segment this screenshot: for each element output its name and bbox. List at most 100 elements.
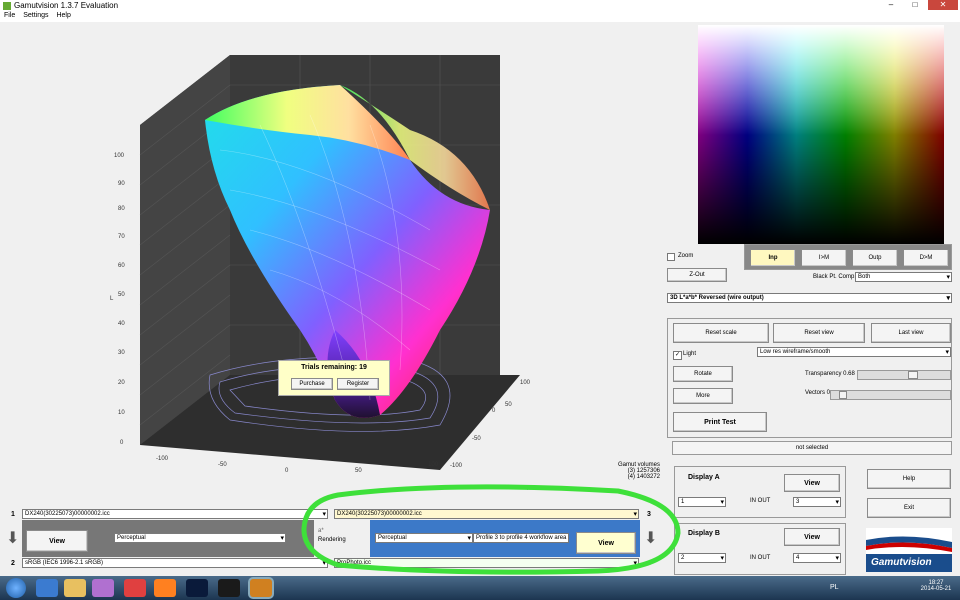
reset-scale-button[interactable]: Reset scale xyxy=(673,323,769,343)
vectors-slider[interactable] xyxy=(830,390,951,400)
y-tick: 70 xyxy=(118,234,125,240)
window-title: Gamutvision 1.3.7 Evaluation xyxy=(14,1,119,10)
menu-help[interactable]: Help xyxy=(56,12,70,19)
x-tick: 50 xyxy=(355,468,362,474)
light-checkbox[interactable]: ✓ xyxy=(673,351,682,360)
purchase-button[interactable]: Purchase xyxy=(291,378,333,390)
profile2-select[interactable]: sRGB (IEC6 1996-2.1 sRGB) xyxy=(22,558,328,568)
color-spectrum[interactable] xyxy=(698,25,944,244)
gamutvision-taskbar-icon[interactable] xyxy=(250,579,272,597)
photoshop-icon[interactable] xyxy=(186,579,208,597)
print-test-button[interactable]: Print Test xyxy=(673,412,767,432)
gamutvision-logo: Gamutvision xyxy=(866,528,952,572)
lang-indicator[interactable]: PL xyxy=(830,584,839,591)
arrow-down-left-icon: ⬇ xyxy=(6,530,20,547)
left-workflow-panel: View Perceptual xyxy=(22,520,314,557)
zout-button[interactable]: Z-Out xyxy=(667,268,727,282)
y-tick: 80 xyxy=(118,206,125,212)
display-b-in-select[interactable]: 2 xyxy=(678,553,726,563)
gamut-3d-plot[interactable]: 0 10 20 30 40 50 60 70 80 90 100 L -100 … xyxy=(110,30,550,490)
terminal-icon[interactable] xyxy=(218,579,240,597)
reset-view-button[interactable]: Reset view xyxy=(773,323,865,343)
left-view-button[interactable]: View xyxy=(26,530,88,552)
display-a-out-select[interactable]: 3 xyxy=(793,497,841,507)
z-tick: 50 xyxy=(505,402,512,408)
slider-thumb[interactable] xyxy=(908,371,918,379)
z-tick: -50 xyxy=(472,436,481,442)
maximize-icon[interactable]: □ xyxy=(904,0,926,10)
gamut-volumes: Gamut volumes (3) 1257306 (4) 1403272 xyxy=(615,462,660,480)
workflow-num-2: 2 xyxy=(11,560,15,567)
view-mode-select[interactable]: 3D L*a*b* Reversed (wire output) xyxy=(667,293,952,303)
tab-outp[interactable]: Outp xyxy=(852,249,898,267)
z-tick: 100 xyxy=(520,380,531,386)
transparency-slider[interactable] xyxy=(857,370,951,380)
app-icon xyxy=(3,2,11,10)
zoom-checkbox[interactable] xyxy=(667,253,675,261)
display-a-view-button[interactable]: View xyxy=(784,474,840,492)
tab-dxm[interactable]: D>M xyxy=(903,249,949,267)
transparency-label: Transparency 0.68 xyxy=(805,371,855,377)
x-tick: -50 xyxy=(218,462,227,468)
y-axis-label: L xyxy=(110,296,114,302)
help-button[interactable]: Help xyxy=(867,469,951,489)
tab-group: Inp I>M Outp D>M xyxy=(744,244,952,270)
z-tick: -100 xyxy=(450,463,463,469)
render-mode-select[interactable]: Low res wireframe/smooth xyxy=(757,347,951,357)
y-tick: 60 xyxy=(118,263,125,269)
menu-file[interactable]: File xyxy=(4,12,15,19)
z-tick: 0 xyxy=(492,408,496,414)
display-b-label: Display B xyxy=(688,530,720,537)
more-button[interactable]: More xyxy=(673,388,733,404)
media-icon[interactable] xyxy=(92,579,114,597)
display-a-in-select[interactable]: 1 xyxy=(678,497,726,507)
y-tick: 100 xyxy=(114,153,125,159)
display-a-label: Display A xyxy=(688,474,720,481)
firefox-icon[interactable] xyxy=(154,579,176,597)
close-icon[interactable]: ✕ xyxy=(928,0,958,10)
y-tick: 40 xyxy=(118,321,125,327)
display-b-view-button[interactable]: View xyxy=(784,528,840,546)
tab-inp[interactable]: Inp xyxy=(750,249,796,267)
y-tick: 90 xyxy=(118,181,125,187)
clock-date: 2014-05-21 xyxy=(920,586,952,592)
display-a-in-out: IN OUT xyxy=(750,498,771,504)
light-label: Light xyxy=(683,351,697,357)
slider-thumb[interactable] xyxy=(839,391,847,399)
register-button[interactable]: Register xyxy=(337,378,379,390)
black-pt-select[interactable]: Both xyxy=(855,272,952,282)
logo-text: Gamutvision xyxy=(871,557,932,568)
menu-settings[interactable]: Settings xyxy=(23,12,48,19)
y-tick: 50 xyxy=(118,292,125,298)
status-field: not selected xyxy=(672,441,952,455)
clock[interactable]: 18:27 2014-05-21 xyxy=(918,580,954,592)
y-tick: 20 xyxy=(118,380,125,386)
y-tick: 10 xyxy=(118,410,125,416)
ie-icon[interactable] xyxy=(36,579,58,597)
x-tick: 100 xyxy=(428,462,439,468)
workflow-num-1: 1 xyxy=(11,511,15,518)
x-tick: 0 xyxy=(285,468,289,474)
tab-ixm[interactable]: I>M xyxy=(801,249,847,267)
vectors-label: Vectors 0 xyxy=(805,390,831,396)
rotate-button[interactable]: Rotate xyxy=(673,366,733,382)
minimize-icon[interactable]: – xyxy=(880,0,902,10)
title-bar: Gamutvision 1.3.7 Evaluation – □ ✕ xyxy=(0,0,960,12)
gamut-volume-4: (4) 1403272 xyxy=(627,474,660,480)
trial-dialog: Trials remaining: 19 Purchase Register xyxy=(278,360,390,396)
highlight-ellipse xyxy=(301,484,681,575)
left-rendering-select[interactable]: Perceptual xyxy=(114,533,286,543)
display-b-out-select[interactable]: 4 xyxy=(793,553,841,563)
x-tick: -100 xyxy=(156,456,169,462)
menu-bar: File Settings Help xyxy=(0,12,960,22)
start-button[interactable] xyxy=(6,578,26,598)
chrome-icon[interactable] xyxy=(124,579,146,597)
trial-message: Trials remaining: 19 xyxy=(301,364,367,371)
exit-button[interactable]: Exit xyxy=(867,498,951,518)
black-pt-label: Black Pt. Comp. xyxy=(813,274,857,280)
explorer-icon[interactable] xyxy=(64,579,86,597)
y-tick: 30 xyxy=(118,350,125,356)
last-view-button[interactable]: Last view xyxy=(871,323,951,343)
zoom-label: Zoom xyxy=(678,253,694,259)
profile1-select[interactable]: DX240(30225073)00000002.icc xyxy=(22,509,328,519)
